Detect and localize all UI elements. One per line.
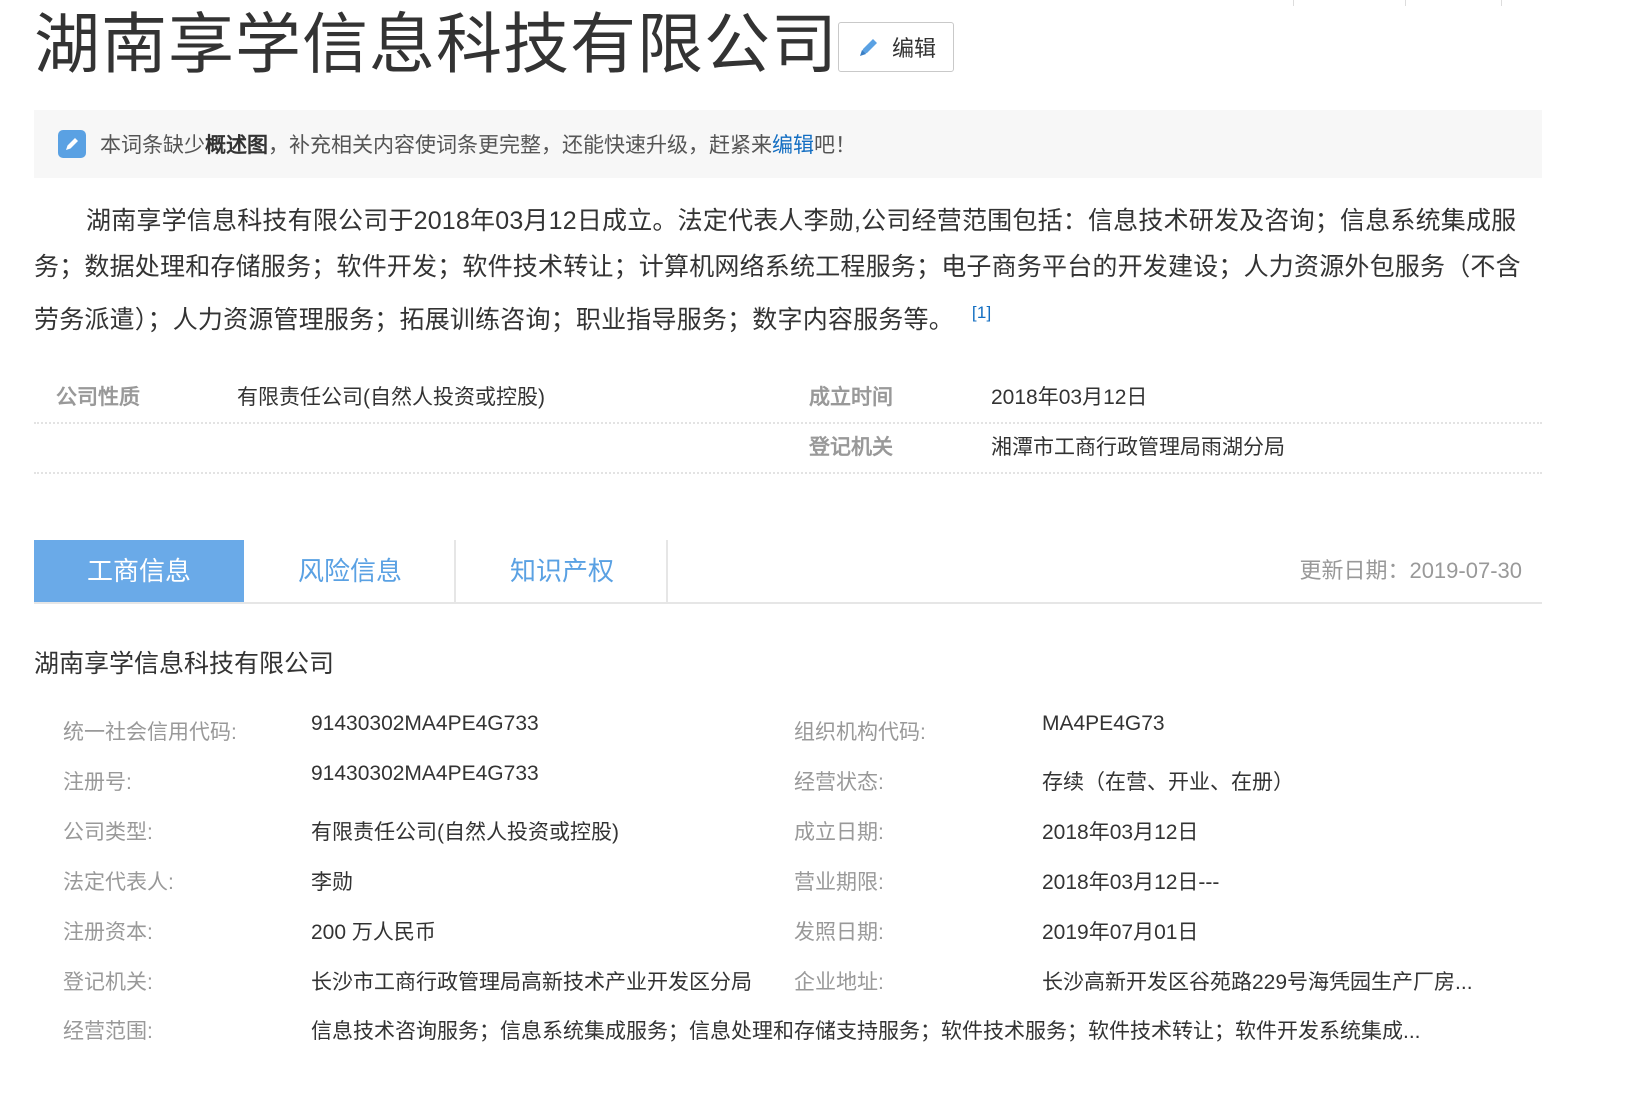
basic-info-row: 登记机关 湘潭市工商行政管理局雨湖分局 — [34, 424, 1542, 474]
update-date: 更新日期：2019-07-30 — [1299, 558, 1522, 583]
business-scope-label: 经营范围: — [63, 1020, 153, 1043]
legal-rep-value: 李勋 — [311, 871, 353, 894]
tab-intellectual-property[interactable]: 知识产权 — [458, 540, 668, 602]
notice-middle: ，补充相关内容使词条更完整，还能快速升级，赶紧来 — [268, 134, 772, 157]
business-term-value: 2018年03月12日--- — [1042, 871, 1220, 894]
founded-date-label: 成立日期: — [794, 821, 884, 844]
top-divider — [1500, 0, 1502, 6]
authority-value: 湘潭市工商行政管理局雨湖分局 — [991, 436, 1285, 459]
company-type-detail-label: 公司类型: — [63, 821, 153, 844]
edit-button-label: 编辑 — [891, 36, 936, 61]
business-scope-value: 信息技术咨询服务；信息系统集成服务；信息处理和存储支持服务；软件技术服务；软件技… — [311, 1020, 1421, 1043]
address-value: 长沙高新开发区谷苑路229号海凭园生产厂房... — [1042, 971, 1473, 994]
reg-authority-value: 长沙市工商行政管理局高新技术产业开发区分局 — [311, 971, 752, 994]
license-date-label: 发照日期: — [794, 921, 884, 944]
founded-value: 2018年03月12日 — [991, 386, 1148, 409]
notice-bar: 本词条缺少概述图，补充相关内容使词条更完整，还能快速升级，赶紧来编辑吧！ — [34, 110, 1542, 178]
notice-prefix: 本词条缺少 — [100, 134, 205, 157]
status-value: 存续（在营、开业、在册） — [1042, 771, 1294, 794]
reg-number-label: 注册号: — [63, 771, 132, 794]
page-title: 湖南享学信息科技有限公司 — [34, 7, 838, 81]
address-label: 企业地址: — [794, 971, 884, 994]
company-type-value: 有限责任公司(自然人投资或控股) — [237, 386, 545, 409]
reg-authority-label: 登记机关: — [63, 971, 153, 994]
status-label: 经营状态: — [794, 771, 884, 794]
founded-label: 成立时间 — [809, 386, 893, 409]
credit-code-value: 91430302MA4PE4G733 — [311, 712, 539, 735]
notice-edit-link[interactable]: 编辑 — [772, 134, 814, 157]
top-divider — [1292, 0, 1294, 6]
info-tabs: 工商信息 风险信息 知识产权 更新日期：2019-07-30 — [34, 540, 1542, 604]
notice-text: 本词条缺少概述图，补充相关内容使词条更完整，还能快速升级，赶紧来编辑吧！ — [100, 129, 856, 159]
reference-link[interactable]: [1] — [972, 303, 992, 322]
company-type-detail-value: 有限责任公司(自然人投资或控股) — [311, 821, 619, 844]
org-code-label: 组织机构代码: — [794, 721, 926, 744]
reg-number-value: 91430302MA4PE4G733 — [311, 762, 539, 785]
license-date-value: 2019年07月01日 — [1042, 921, 1199, 944]
notice-suffix: 吧！ — [814, 134, 856, 157]
org-code-value: MA4PE4G73 — [1042, 712, 1165, 735]
credit-code-label: 统一社会信用代码: — [63, 721, 237, 744]
reg-capital-value: 200 万人民币 — [311, 921, 436, 944]
authority-label: 登记机关 — [809, 436, 893, 459]
summary-paragraph: 湖南享学信息科技有限公司于2018年03月12日成立。法定代表人李勋,公司经营范… — [34, 198, 1534, 343]
founded-date-value: 2018年03月12日 — [1042, 821, 1199, 844]
edit-note-icon — [58, 130, 86, 158]
business-term-label: 营业期限: — [794, 871, 884, 894]
summary-text: 湖南享学信息科技有限公司于2018年03月12日成立。法定代表人李勋,公司经营范… — [34, 207, 1521, 334]
company-type-label: 公司性质 — [56, 386, 140, 409]
edit-button[interactable]: 编辑 — [838, 22, 954, 72]
basic-info-row: 公司性质 有限责任公司(自然人投资或控股) 成立时间 2018年03月12日 — [34, 374, 1542, 424]
notice-bold: 概述图 — [205, 134, 268, 157]
detail-title: 湖南享学信息科技有限公司 — [34, 650, 335, 678]
top-divider — [1404, 0, 1406, 6]
reg-capital-label: 注册资本: — [63, 921, 153, 944]
tab-business-info[interactable]: 工商信息 — [34, 540, 244, 602]
legal-rep-label: 法定代表人: — [63, 871, 174, 894]
pencil-icon — [859, 39, 877, 56]
tab-risk-info[interactable]: 风险信息 — [246, 540, 456, 602]
